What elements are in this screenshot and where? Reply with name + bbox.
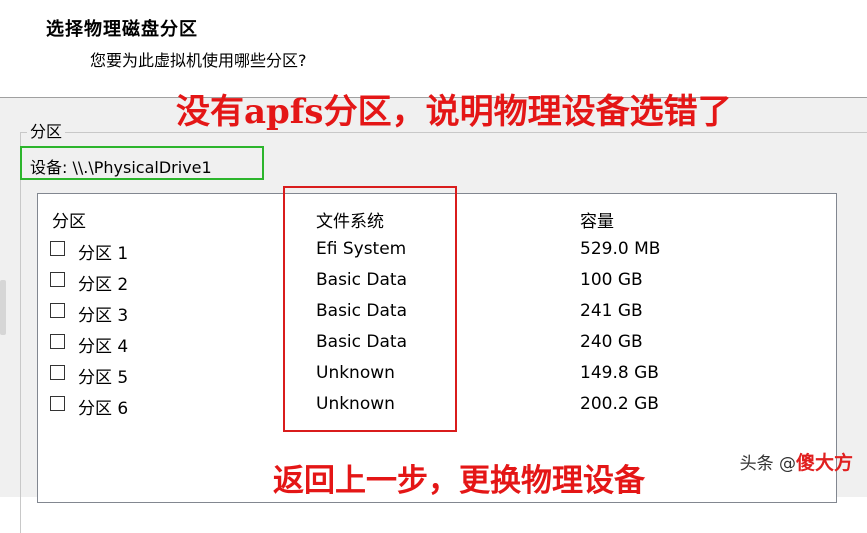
watermark-text: 头条 @: [739, 454, 796, 474]
partition-checkbox-6[interactable]: [50, 396, 65, 411]
left-scrollbar-thumb[interactable]: [0, 280, 6, 335]
partition-checkbox-2[interactable]: [50, 272, 65, 287]
partition-checkbox-1[interactable]: [50, 241, 65, 256]
device-label: 设备: \\.\PhysicalDrive1: [30, 158, 212, 177]
partition-checkbox-5[interactable]: [50, 365, 65, 380]
device-highlight-box: 设备: \\.\PhysicalDrive1: [20, 146, 264, 180]
page-title: 选择物理磁盘分区: [46, 19, 198, 40]
partition-size: 240 GB: [580, 332, 643, 352]
partition-checkbox-3[interactable]: [50, 303, 65, 318]
groupbox-label: 分区: [27, 118, 66, 142]
partition-size: 100 GB: [580, 270, 643, 290]
wizard-header: 选择物理磁盘分区 您要为此虚拟机使用哪些分区?: [0, 0, 867, 97]
page-subtitle: 您要为此虚拟机使用哪些分区?: [90, 51, 307, 70]
column-header-size[interactable]: 容量: [580, 207, 614, 232]
partition-name: 分区 3: [78, 306, 129, 326]
partition-checkbox-4[interactable]: [50, 334, 65, 349]
partition-size: 149.8 GB: [580, 363, 659, 383]
partition-name: 分区 4: [78, 337, 129, 357]
partition-name: 分区 2: [78, 275, 129, 295]
annotation-top: 没有apfs分区，说明物理设备选错了: [176, 92, 732, 132]
annotation-bottom: 返回上一步，更换物理设备: [273, 463, 645, 499]
partition-size: 200.2 GB: [580, 394, 659, 414]
partition-size: 529.0 MB: [580, 239, 661, 259]
partition-name: 分区 5: [78, 368, 129, 388]
partition-name: 分区 6: [78, 399, 129, 419]
column-header-partition[interactable]: 分区: [52, 207, 86, 232]
partition-size: 241 GB: [580, 301, 643, 321]
filesystem-highlight-box: [283, 186, 457, 432]
watermark-logo: 傻大方: [795, 452, 853, 474]
partition-name: 分区 1: [78, 244, 129, 264]
watermark: 头条 @傻大方: [740, 448, 853, 475]
